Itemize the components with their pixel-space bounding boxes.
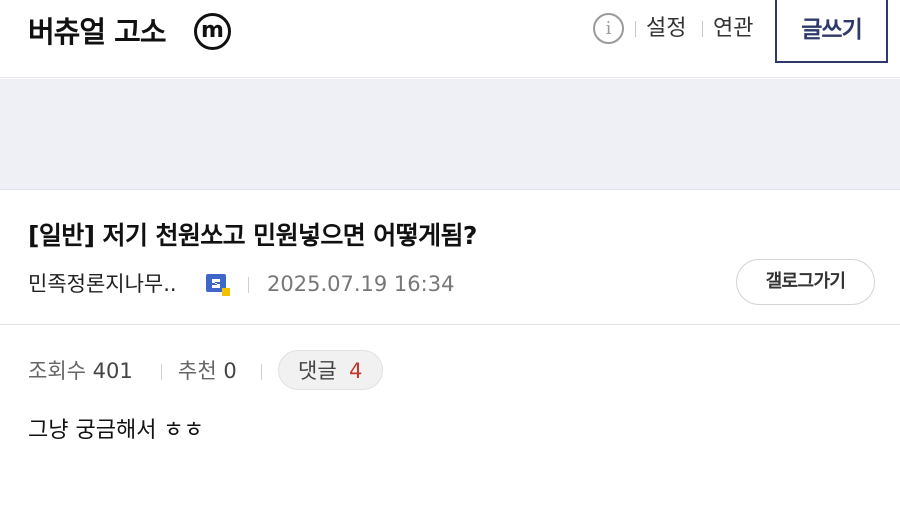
- gallery-title[interactable]: 버츄얼 고소: [28, 12, 166, 52]
- related-link[interactable]: 연관: [713, 14, 753, 44]
- stat-divider: [261, 364, 262, 380]
- gallog-badge-icon: [206, 274, 230, 296]
- banner-area: [0, 79, 900, 190]
- stat-divider: [161, 364, 162, 380]
- mini-gallery-letter: m: [201, 18, 224, 43]
- post-author[interactable]: 민족정론지나무..: [28, 269, 177, 299]
- comments-count: 4: [349, 359, 363, 383]
- post-date: 2025.07.19 16:34: [267, 272, 455, 296]
- header-divider: [635, 21, 636, 37]
- mini-gallery-icon: m: [194, 13, 231, 50]
- comments-button[interactable]: 댓글 4: [278, 350, 383, 390]
- gallog-button[interactable]: 갤로그가기: [736, 259, 875, 305]
- views-count: 401: [92, 359, 133, 383]
- header-divider: [702, 21, 703, 37]
- post-title: [일반] 저기 천원쏘고 민원넣으면 어떻게됨?: [28, 221, 477, 250]
- post-body: 그냥 궁금해서 ㅎㅎ: [28, 418, 204, 443]
- info-icon[interactable]: i: [593, 13, 624, 44]
- section-divider: [0, 324, 900, 325]
- write-button[interactable]: 글쓰기: [775, 0, 888, 63]
- meta-divider: [248, 277, 249, 293]
- write-button-label: 글쓰기: [801, 17, 862, 43]
- recommend-stat: 추천 0: [178, 356, 237, 386]
- recommend-count: 0: [223, 359, 237, 383]
- top-header: 버츄얼 고소 m i 설정 연관 글쓰기: [0, 0, 900, 78]
- comments-label: 댓글: [298, 359, 337, 383]
- settings-link[interactable]: 설정: [646, 14, 686, 44]
- views-label: 조회수: [28, 359, 86, 383]
- views-stat: 조회수 401: [28, 356, 133, 386]
- gallog-button-label: 갤로그가기: [765, 271, 846, 292]
- recommend-label: 추천: [178, 359, 217, 383]
